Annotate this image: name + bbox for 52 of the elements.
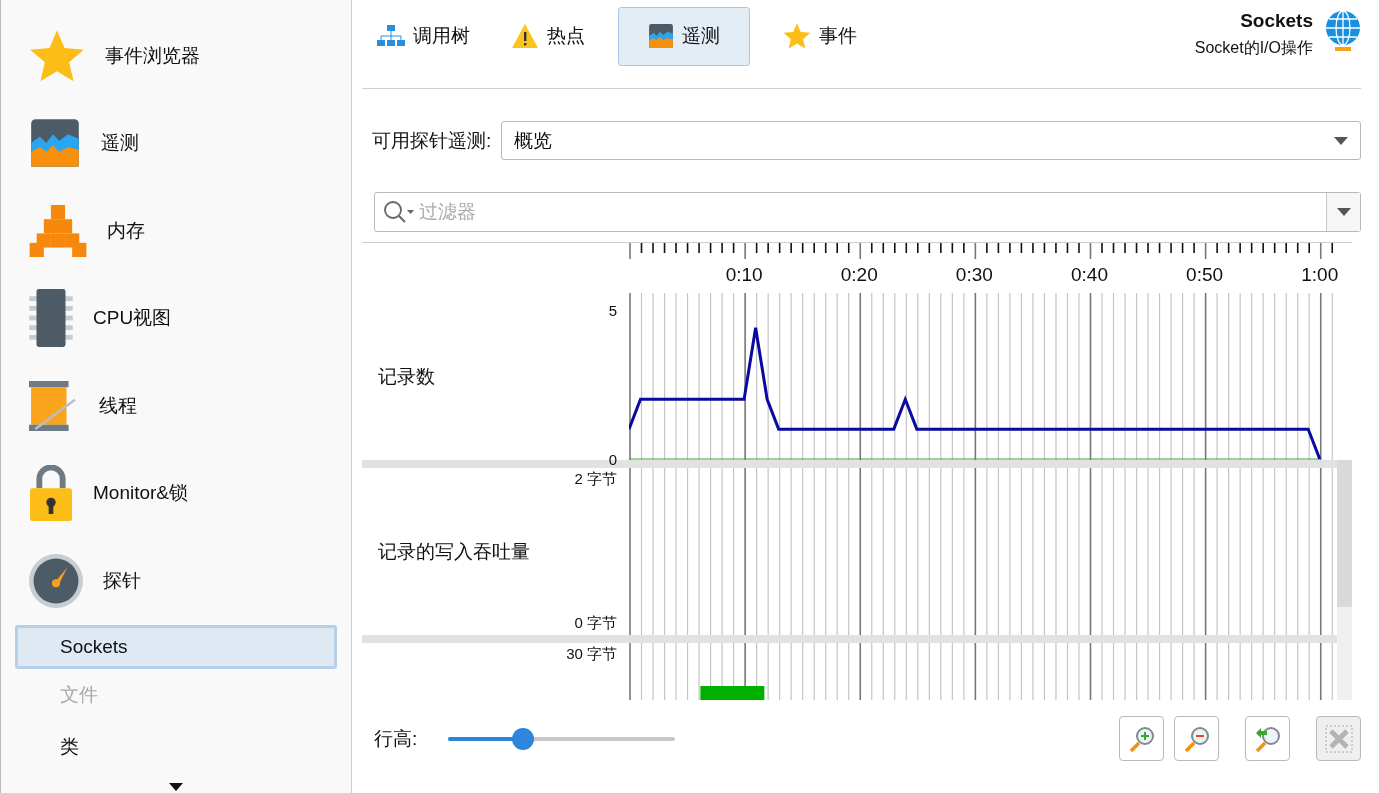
- panel-title: Sockets: [1240, 9, 1313, 32]
- tick-label: 0: [608, 451, 617, 467]
- gauge-icon: [29, 553, 83, 608]
- search-icon: [383, 200, 417, 224]
- panel-subtitle: Socket的I/O操作: [1194, 37, 1313, 58]
- globe-icon: [1325, 9, 1361, 52]
- warning-icon: [511, 23, 539, 49]
- row-height-label: 行高:: [374, 726, 418, 751]
- row-label: 记录数: [378, 364, 435, 389]
- chip-icon: [29, 289, 73, 348]
- star-icon: [783, 22, 811, 50]
- row-label: 记录的写入吞吐量: [378, 539, 530, 564]
- slider-thumb[interactable]: [512, 727, 535, 750]
- scroll-down-icon[interactable]: [169, 783, 183, 791]
- sidebar-item[interactable]: CPU视图: [1, 274, 351, 362]
- tab[interactable]: 遥测: [618, 6, 750, 66]
- time-tick-label: 0:10: [725, 264, 763, 285]
- probe-dropdown[interactable]: 概览: [501, 121, 1361, 160]
- tick-label: 0 字节: [574, 614, 617, 633]
- cubes-icon: [29, 204, 87, 257]
- tab[interactable]: 事件: [754, 6, 886, 66]
- hierarchy-icon: [376, 25, 405, 47]
- zoom-out-button[interactable]: [1174, 716, 1219, 761]
- sidebar-item[interactable]: 探针: [1, 537, 351, 625]
- tab[interactable]: 热点: [482, 6, 614, 66]
- chart-tile-icon: [29, 117, 81, 170]
- time-tick-label: 0:40: [1071, 264, 1108, 285]
- activity-bar: [700, 686, 765, 700]
- time-tick-label: 0:30: [955, 264, 993, 285]
- sidebar-item[interactable]: 线程: [1, 362, 351, 450]
- tab[interactable]: 调用树: [368, 6, 478, 66]
- tick-label: 5: [608, 302, 617, 318]
- zoom-reset-button[interactable]: [1245, 716, 1290, 761]
- cross-icon: [1323, 723, 1354, 754]
- dropdown-arrow-icon: [1334, 136, 1348, 145]
- scrollbar[interactable]: [1337, 460, 1352, 700]
- sidebar-item[interactable]: 内存: [1, 187, 351, 275]
- dropdown-arrow-icon: [1336, 208, 1351, 216]
- time-tick-label: 1:00: [1301, 264, 1339, 285]
- time-tick-label: 0:50: [1186, 264, 1224, 285]
- tick-label: 2 字节: [574, 470, 617, 489]
- zoom-in-button[interactable]: [1119, 716, 1164, 761]
- tick-label: 30 字节: [566, 645, 617, 664]
- sidebar-subitem[interactable]: 类: [15, 720, 337, 773]
- time-tick-label: 0:20: [840, 264, 878, 285]
- sidebar-item[interactable]: 遥测: [1, 99, 351, 187]
- sidebar-item[interactable]: 事件浏览器: [1, 12, 351, 100]
- sidebar-subitem[interactable]: Sockets: [15, 624, 337, 669]
- chart-tile-icon: [648, 23, 674, 49]
- lock-icon: [29, 465, 73, 522]
- sidebar-item[interactable]: Monitor&锁: [1, 449, 351, 537]
- probe-label: 可用探针遥测:: [372, 128, 492, 153]
